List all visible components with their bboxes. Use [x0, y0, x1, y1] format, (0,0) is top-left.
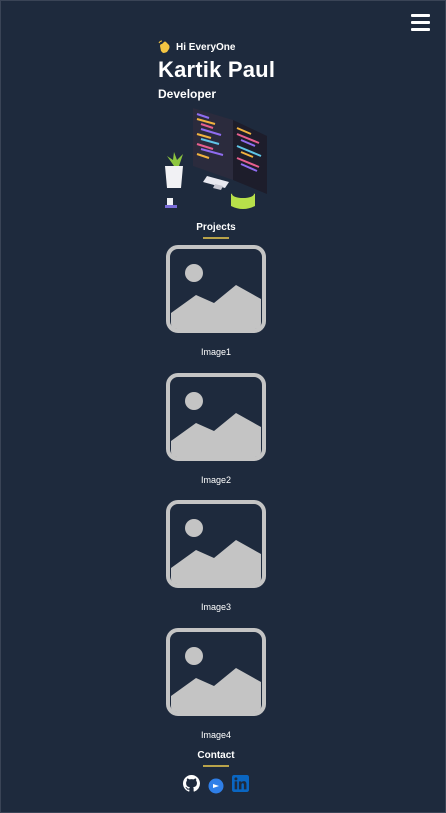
image-placeholder-icon [166, 500, 266, 588]
projects-underline [203, 237, 229, 239]
greeting-text: Hi EveryOne [176, 41, 236, 53]
linkedin-icon [232, 774, 249, 792]
developer-illustration [165, 108, 267, 209]
project-caption: Image1 [200, 347, 232, 357]
contact-links [183, 772, 257, 799]
image-placeholder-icon [166, 373, 266, 461]
image-placeholder-icon [166, 628, 266, 716]
github-icon [183, 774, 200, 792]
hero-section: Hi EveryOne Kartik Paul Developer [158, 40, 298, 101]
project-caption: Image4 [200, 730, 232, 740]
project-card-3[interactable]: Image3 [166, 500, 266, 612]
hero-name: Kartik Paul [158, 57, 276, 82]
project-caption: Image2 [200, 475, 232, 485]
project-card-2[interactable]: Image2 [166, 373, 266, 485]
contact-heading: Contact [197, 750, 235, 761]
blog-link[interactable] [208, 778, 224, 799]
github-link[interactable] [183, 774, 200, 797]
image-placeholder-icon [166, 245, 266, 333]
projects-heading: Projects [196, 222, 236, 233]
hero-role: Developer [158, 87, 217, 101]
contact-underline [203, 765, 229, 767]
waving-hand-icon [158, 40, 170, 53]
linkedin-link[interactable] [232, 774, 249, 797]
greeting: Hi EveryOne [158, 40, 298, 54]
project-caption: Image3 [200, 602, 232, 612]
blog-icon [208, 778, 224, 794]
project-card-1[interactable]: Image1 [166, 245, 266, 357]
hamburger-menu-icon[interactable] [411, 14, 430, 33]
project-card-4[interactable]: Image4 [166, 628, 266, 740]
